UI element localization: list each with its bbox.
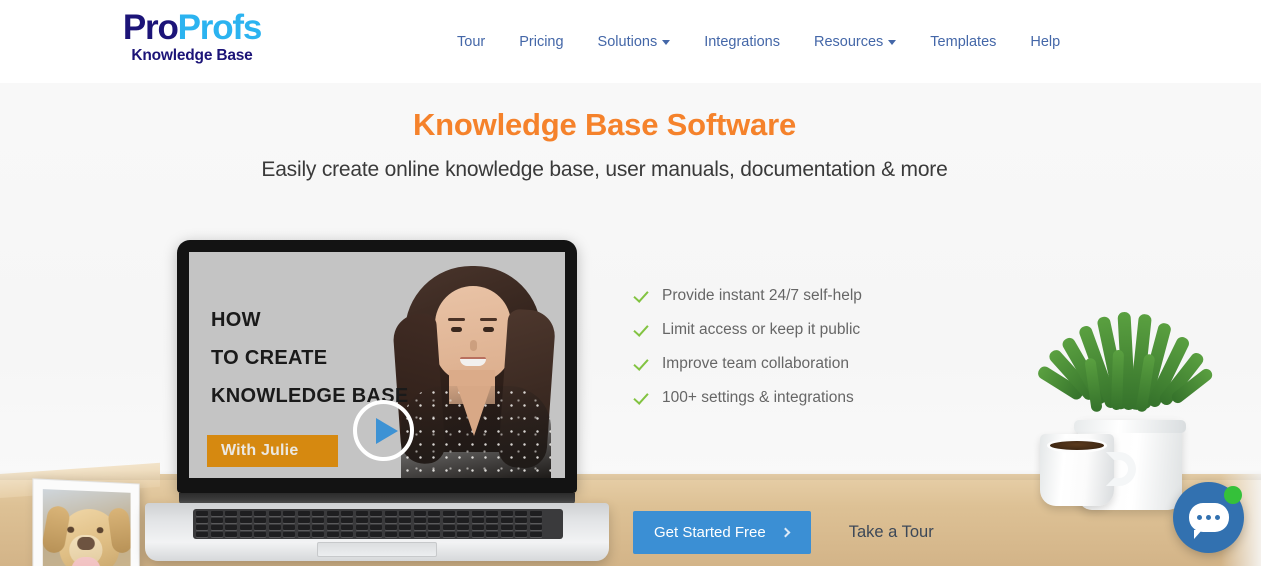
feature-label: Limit access or keep it public: [662, 321, 861, 338]
chat-bubble-icon: [1188, 503, 1229, 539]
take-a-tour-link[interactable]: Take a Tour: [849, 523, 934, 542]
cta-group: Get Started Free Take a Tour: [633, 511, 934, 554]
check-icon: [633, 356, 649, 372]
logo-text-profs: Profs: [177, 8, 263, 47]
site-header: ProProfs Knowledge Base Tour Pricing Sol…: [0, 0, 1261, 83]
nav-label: Pricing: [519, 33, 564, 50]
chevron-down-icon: [888, 40, 897, 45]
page-subtitle: Easily create online knowledge base, use…: [261, 158, 948, 181]
nav-label: Resources: [813, 33, 884, 50]
laptop-keyboard: [193, 509, 563, 539]
presenter-blouse: [401, 386, 551, 478]
nav-label: Templates: [930, 33, 997, 50]
nav-label: Tour: [457, 33, 486, 50]
laptop-base: [145, 503, 609, 561]
keyboard-row: [196, 525, 563, 530]
check-icon: [633, 322, 649, 338]
laptop-lid: HOW TO CREATE KNOWLEDGE BASE With Julie: [177, 240, 577, 493]
keyboard-row: [196, 532, 563, 537]
logo-text-pro: Pro: [122, 8, 179, 47]
nav-item-templates[interactable]: Templates: [913, 28, 1013, 56]
nav-label: Integrations: [704, 33, 780, 50]
presenter-face: [435, 286, 511, 382]
nav-item-tour[interactable]: Tour: [440, 28, 502, 56]
feature-label: 100+ settings & integrations: [662, 389, 854, 406]
presenter-eye-right: [483, 327, 494, 332]
video-thumbnail[interactable]: HOW TO CREATE KNOWLEDGE BASE With Julie: [189, 252, 565, 478]
hero-section: Knowledge Base Software Easily create on…: [0, 83, 1261, 566]
presenter-mouth: [460, 357, 486, 366]
laptop-trackpad: [317, 542, 437, 557]
plant-leaves: [1035, 310, 1215, 430]
feature-label: Improve team collaboration: [662, 355, 849, 372]
presenter-badge: With Julie: [207, 435, 338, 467]
presenter-eye-left: [451, 327, 462, 332]
nav-label: Help: [1030, 33, 1061, 50]
feature-item: 100+ settings & integrations: [633, 388, 862, 408]
get-started-free-button[interactable]: Get Started Free: [633, 511, 811, 554]
presenter-nose: [470, 340, 477, 351]
main-navigation: Tour Pricing Solutions Integrations Reso…: [440, 0, 1077, 83]
feature-list: Provide instant 24/7 self-help Limit acc…: [633, 286, 862, 422]
nav-item-integrations[interactable]: Integrations: [687, 28, 797, 56]
coffee-surface: [1047, 438, 1107, 453]
landing-page: ProProfs Knowledge Base Tour Pricing Sol…: [0, 0, 1261, 566]
nav-item-resources[interactable]: Resources: [797, 28, 913, 56]
keyboard-row: [196, 518, 563, 523]
play-button-icon[interactable]: [353, 400, 414, 461]
nav-item-pricing[interactable]: Pricing: [502, 28, 580, 56]
play-triangle: [375, 417, 398, 444]
nav-label: Solutions: [597, 33, 658, 50]
proprofs-logo[interactable]: ProProfs Knowledge Base: [112, 10, 272, 64]
dog-nose: [77, 536, 95, 551]
logo-subtitle: Knowledge Base: [131, 47, 253, 64]
dog-photo-frame: [32, 478, 140, 566]
presenter-badge-label: With Julie: [221, 442, 299, 459]
nav-item-solutions[interactable]: Solutions: [581, 28, 688, 56]
presenter-brow-left: [448, 318, 465, 321]
logo-wordmark: ProProfs: [112, 10, 272, 45]
feature-item: Limit access or keep it public: [633, 320, 862, 340]
chevron-down-icon: [662, 40, 671, 45]
get-started-free-label: Get Started Free: [654, 524, 766, 541]
video-title-line-2: TO CREATE: [211, 347, 328, 369]
chevron-right-icon: [780, 527, 791, 538]
dog-eye-left: [67, 526, 75, 533]
pot-rim: [1074, 420, 1186, 433]
chat-online-indicator: [1224, 486, 1242, 504]
dog-eye-right: [96, 527, 104, 534]
chat-widget-button[interactable]: [1173, 482, 1244, 553]
check-icon: [633, 288, 649, 304]
presenter-brow-right: [480, 318, 497, 321]
laptop-mockup: HOW TO CREATE KNOWLEDGE BASE With Julie: [145, 240, 609, 566]
video-title-line-1: HOW: [211, 309, 261, 331]
check-icon: [633, 390, 649, 406]
feature-item: Provide instant 24/7 self-help: [633, 286, 862, 306]
coffee-mug: [1040, 434, 1136, 506]
feature-label: Provide instant 24/7 self-help: [662, 287, 862, 304]
page-title: Knowledge Base Software: [413, 107, 796, 142]
feature-item: Improve team collaboration: [633, 354, 862, 374]
dog-photo: [42, 489, 131, 566]
nav-item-help[interactable]: Help: [1013, 28, 1077, 56]
keyboard-row: [196, 511, 563, 516]
